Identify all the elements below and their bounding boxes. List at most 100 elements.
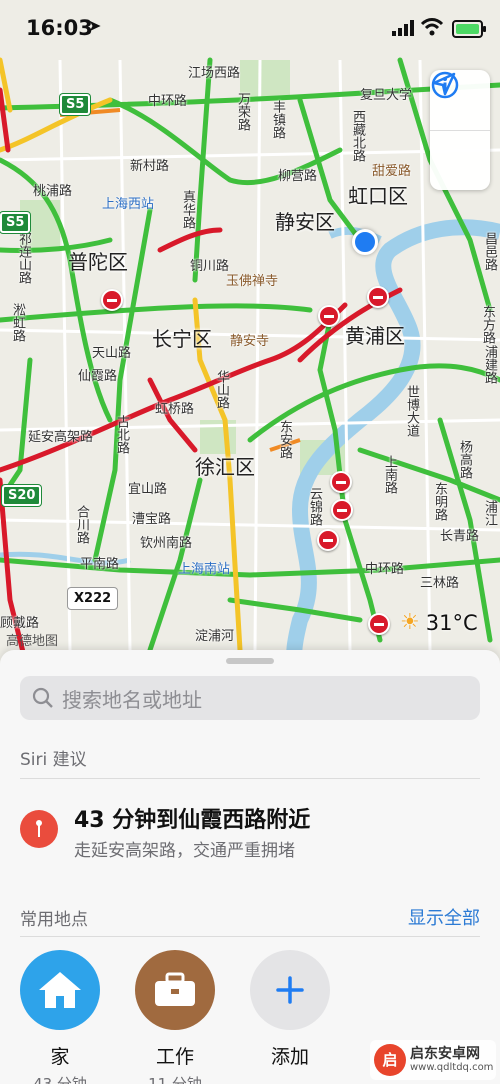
congestion-marker[interactable] (317, 529, 339, 551)
map-view[interactable]: 虹口区 静安区 普陀区 长宁区 黄浦区 徐汇区 江场西路 中环路 复旦大学 万荣… (0, 0, 500, 680)
road-label: 中环路 (365, 562, 405, 577)
road-label: 新村路 (130, 159, 170, 174)
status-time: 16:03 (26, 16, 93, 40)
map-controls (430, 70, 490, 190)
road-label: 世博大道 (404, 385, 419, 437)
highway-shield: S20 (2, 485, 42, 506)
location-arrow-icon (432, 72, 456, 96)
road-label: 西藏北路 (350, 110, 365, 162)
road-label: 淞虹路 (10, 303, 25, 342)
search-bar[interactable]: 搜索地名或地址 (20, 676, 480, 720)
road-label: 长青路 (440, 529, 480, 544)
road-label: 天山路 (92, 346, 132, 361)
road-label: 桃浦路 (33, 184, 73, 199)
road-label: 仙霞路 (78, 369, 118, 384)
road-label: 平南路 (80, 557, 120, 572)
location-services-icon: ➤ (88, 16, 102, 35)
cellular-signal-icon (392, 20, 414, 36)
divider (20, 778, 480, 779)
road-label: 漕宝路 (132, 512, 172, 527)
favorite-name: 家 (50, 1046, 70, 1068)
poi-label: 玉佛禅寺 (226, 274, 279, 289)
road-label: 丰镇路 (270, 100, 285, 139)
congestion-marker[interactable] (367, 286, 389, 308)
congestion-marker[interactable] (101, 289, 123, 311)
road-label: 杨高路 (457, 440, 472, 479)
station-label: 上海西站 (102, 197, 155, 212)
congestion-marker[interactable] (331, 499, 353, 521)
favorite-name: 工作 (155, 1046, 194, 1068)
road-label: 浦江 (482, 500, 497, 526)
map-pin-icon (20, 810, 58, 848)
road-label: 顾戴路 (0, 616, 40, 631)
bottom-sheet[interactable]: 搜索地名或地址 Siri 建议 43 分钟到仙霞西路附近 走延安高架路，交通严重… (0, 650, 500, 1084)
district-label: 静安区 (275, 210, 335, 234)
road-label: 东安路 (277, 420, 292, 459)
road-label: 昌邑路 (482, 232, 497, 271)
road-label: 东明路 (432, 482, 447, 521)
current-location-dot[interactable] (352, 229, 378, 255)
home-icon (20, 950, 100, 1030)
locate-button[interactable] (430, 72, 490, 191)
sheet-grabber[interactable] (226, 658, 274, 664)
road-label: 真华路 (180, 190, 195, 229)
favorite-name: 添加 (270, 1046, 309, 1068)
road-label: 柳营路 (278, 169, 318, 184)
favorites-header: 常用地点 (20, 910, 88, 930)
siri-suggestion-item[interactable]: 43 分钟到仙霞西路附近 走延安高架路，交通严重拥堵 (20, 800, 480, 864)
battery-icon (452, 20, 486, 38)
weather-badge: ☀ 31°C (400, 610, 478, 635)
congestion-marker[interactable] (318, 305, 340, 327)
district-label: 普陀区 (68, 250, 128, 274)
district-label: 长宁区 (152, 327, 212, 351)
road-label: 宜山路 (128, 482, 168, 497)
district-label: 虹口区 (348, 184, 408, 208)
road-label: 淀浦河 (195, 629, 235, 644)
suggestion-title: 43 分钟到仙霞西路附近 (74, 808, 311, 833)
poi-label: 甜爱路 (372, 164, 412, 179)
road-label: 合川路 (74, 505, 89, 544)
suggestion-subtitle: 走延安高架路，交通严重拥堵 (74, 841, 295, 861)
road-label: 上南路 (382, 455, 397, 494)
search-icon (32, 687, 54, 709)
status-bar: 16:03 ➤ (0, 0, 500, 62)
divider (20, 936, 480, 937)
highway-shield: X222 (68, 588, 118, 609)
congestion-marker[interactable] (330, 471, 352, 493)
siri-suggestions-header: Siri 建议 (20, 750, 87, 770)
road-label: 万荣路 (235, 92, 250, 131)
briefcase-icon (135, 950, 215, 1030)
sun-icon: ☀ (400, 610, 420, 635)
road-label: 铜川路 (190, 259, 230, 274)
road-label: 钦州南路 (140, 536, 193, 551)
highway-shield: S5 (60, 94, 91, 115)
road-label: 华山路 (214, 370, 229, 409)
road-label: 浦建路 (482, 345, 497, 384)
favorite-eta: 43 分钟 (33, 1075, 87, 1084)
site-watermark: 启 启东安卓网 www.qdltdq.com (370, 1040, 496, 1080)
favorite-home[interactable]: 家 43 分钟 (20, 950, 100, 1084)
district-label: 徐汇区 (195, 455, 255, 479)
road-label: 江场西路 (188, 66, 241, 81)
favorite-work[interactable]: 工作 11 分钟 (135, 950, 215, 1084)
district-label: 黄浦区 (345, 324, 405, 348)
favorite-add[interactable]: 添加 (250, 950, 330, 1069)
favorite-eta: 11 分钟 (148, 1075, 202, 1084)
wifi-icon (420, 18, 444, 36)
road-label: 古北路 (114, 415, 129, 454)
show-all-link[interactable]: 显示全部 (408, 904, 480, 930)
road-label: 复旦大学 (360, 88, 413, 103)
road-label: 云锦路 (307, 487, 322, 526)
map-copyright: 高德地图 (6, 634, 59, 649)
congestion-marker[interactable] (368, 613, 390, 635)
road-label: 东方路 (480, 305, 495, 344)
station-label: 上海南站 (178, 562, 231, 577)
road-label: 延安高架路 (28, 430, 94, 445)
watermark-logo: 启 (374, 1044, 406, 1076)
watermark-url: www.qdltdq.com (410, 1062, 494, 1073)
poi-label: 静安寺 (230, 334, 270, 349)
road-label: 虹桥路 (155, 402, 195, 417)
highway-shield: S5 (0, 212, 31, 233)
road-label: 三林路 (420, 576, 460, 591)
watermark-title: 启东安卓网 (410, 1046, 480, 1062)
